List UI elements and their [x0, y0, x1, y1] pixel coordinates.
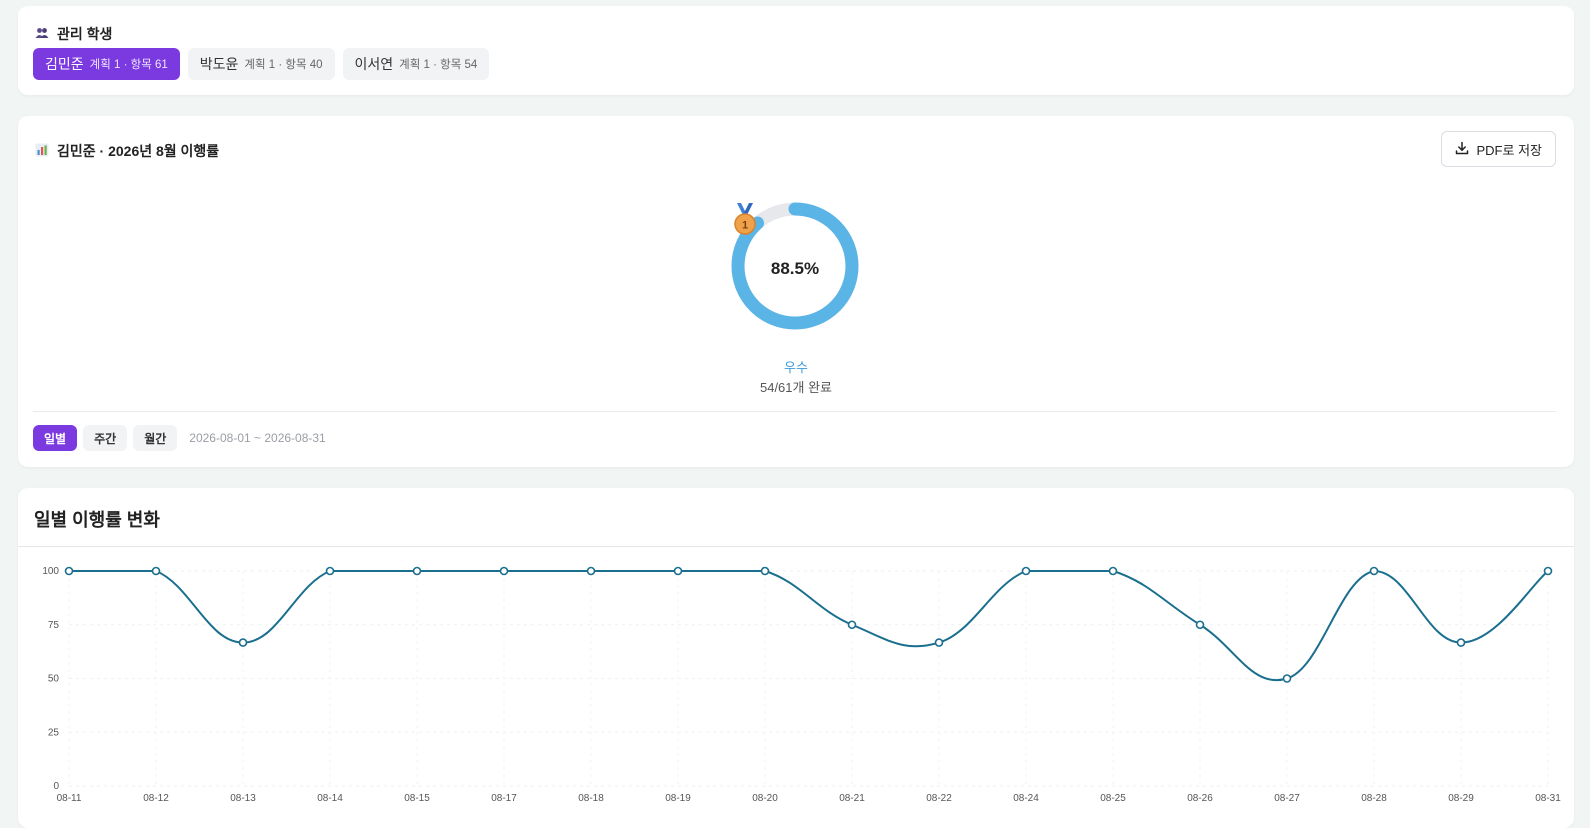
tab-weekly[interactable]: 주간	[83, 425, 128, 451]
save-pdf-button[interactable]: PDF로 저장	[1440, 131, 1556, 167]
report-card: 김민준 · 2026년 8월 이행률 PDF로 저장 1 88.5% 우수 54…	[18, 116, 1574, 467]
x-tick-label: 08-29	[1448, 793, 1474, 804]
chart-title: 일별 이행률 변화	[34, 510, 160, 530]
data-point	[1543, 566, 1553, 576]
student-meta: 계획 1 · 항목 54	[399, 59, 478, 71]
x-tick-label: 08-14	[317, 793, 343, 804]
x-tick-label: 08-28	[1361, 793, 1387, 804]
student-name: 박도윤	[199, 56, 239, 72]
data-point	[1195, 620, 1205, 630]
divider	[33, 411, 1556, 412]
x-tick-label: 08-11	[57, 793, 82, 804]
data-point	[760, 566, 770, 576]
y-tick-label: 100	[42, 566, 59, 577]
x-tick-label: 08-20	[752, 793, 778, 804]
x-tick-label: 08-25	[1100, 793, 1126, 804]
tab-daily[interactable]: 일별	[33, 425, 78, 451]
period-tabs: 일별 주간 월간 2026-08-01 ~ 2026-08-31	[33, 425, 326, 451]
x-tick-label: 08-12	[143, 793, 169, 804]
data-point	[499, 566, 509, 576]
people-icon	[35, 26, 49, 42]
x-tick-label: 08-31	[1535, 793, 1561, 804]
report-card-header: 김민준 · 2026년 8월 이행률	[35, 141, 219, 161]
x-tick-label: 08-18	[578, 793, 604, 804]
x-tick-label: 08-13	[230, 793, 256, 804]
completion-ring: 1 88.5%	[730, 201, 860, 331]
data-point	[64, 566, 74, 576]
data-point	[673, 566, 683, 576]
student-chip-list: 김민준 계획 1 · 항목 61 박도윤 계획 1 · 항목 40 이서연 계획 1 · …	[33, 48, 490, 80]
data-point	[847, 620, 857, 630]
students-card: 관리 학생 김민준 계획 1 · 항목 61 박도윤 계획 1 · 항목 40 이서연 계…	[18, 6, 1574, 95]
x-tick-label: 08-19	[665, 793, 691, 804]
student-chip[interactable]: 이서연 계획 1 · 항목 54	[342, 48, 490, 80]
save-pdf-label: PDF로 저장	[1476, 142, 1543, 158]
x-tick-label: 08-15	[404, 793, 430, 804]
student-name: 이서연	[354, 56, 394, 72]
data-point	[934, 638, 944, 647]
grade-label: 우수	[784, 360, 808, 375]
students-card-header: 관리 학생	[35, 24, 112, 44]
student-meta: 계획 1 · 항목 61	[89, 59, 168, 71]
x-tick-label: 08-22	[926, 793, 952, 804]
students-card-title: 관리 학생	[57, 26, 113, 42]
daily-completion-line-chart: 0 25 50 75 100 08-11 08-12 08-13 08-14 08-15 08-17…	[42, 566, 1561, 804]
data-point	[151, 566, 161, 576]
chart-card: 일별 이행률 변화 0 25 50 75 100 08-11 08-12 08-13 08-14…	[18, 488, 1574, 828]
y-tick-label: 0	[53, 781, 59, 792]
x-tick-label: 08-21	[839, 793, 865, 804]
report-title: 김민준 · 2026년 8월 이행률	[57, 143, 220, 159]
y-tick-label: 25	[48, 727, 60, 738]
data-point	[238, 638, 248, 647]
x-tick-label: 08-24	[1013, 793, 1039, 804]
student-meta: 계획 1 · 항목 40	[244, 59, 323, 71]
completion-percent: 88.5%	[770, 259, 820, 278]
student-chip[interactable]: 박도윤 계획 1 · 항목 40	[187, 48, 335, 80]
student-name: 김민준	[45, 56, 84, 72]
x-tick-label: 08-27	[1274, 793, 1300, 804]
data-point	[1456, 638, 1466, 647]
student-chip[interactable]: 김민준 계획 1 · 항목 61	[33, 48, 180, 80]
x-tick-label: 08-26	[1187, 793, 1213, 804]
y-tick-label: 50	[48, 674, 60, 685]
download-icon	[1455, 141, 1469, 158]
svg-text:1: 1	[742, 220, 748, 232]
y-tick-label: 75	[48, 620, 60, 631]
completed-count: 54/61개 완료	[759, 380, 833, 395]
data-point	[325, 566, 335, 576]
data-point	[586, 566, 596, 576]
bar-chart-icon	[35, 143, 49, 160]
x-tick-label: 08-17	[491, 793, 517, 804]
date-range: 2026-08-01 ~ 2026-08-31	[189, 431, 326, 445]
data-point	[1282, 674, 1292, 683]
data-point	[1108, 566, 1118, 576]
tab-monthly[interactable]: 월간	[133, 425, 178, 451]
series-line	[68, 569, 1549, 682]
data-point	[412, 566, 422, 576]
data-point	[1369, 566, 1379, 576]
data-point	[1021, 566, 1031, 576]
